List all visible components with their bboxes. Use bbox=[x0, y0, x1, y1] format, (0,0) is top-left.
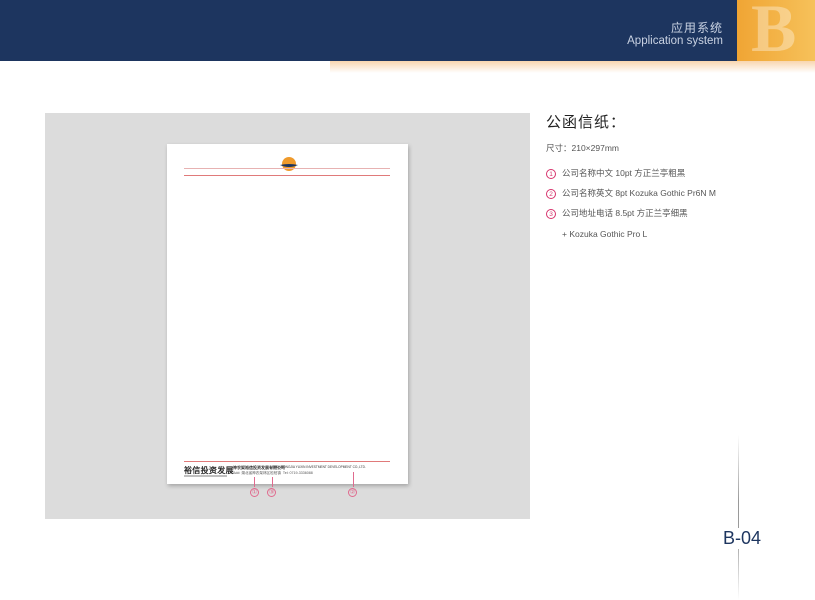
callout-line-1 bbox=[254, 477, 255, 487]
header-rule bbox=[184, 175, 390, 176]
callout-marker-3: ③ bbox=[267, 488, 276, 497]
callout-marker-1: ① bbox=[250, 488, 259, 497]
header-rule-thin bbox=[184, 168, 390, 169]
spec-number-2: 2 bbox=[546, 188, 556, 199]
spec-item-continuation: + Kozuka Gothic Pro L bbox=[562, 229, 648, 239]
footer-logo-tagline bbox=[184, 475, 227, 477]
sun-logo-icon bbox=[280, 157, 298, 171]
spec-number-1: 1 bbox=[546, 168, 556, 179]
letterhead-paper bbox=[167, 144, 408, 484]
spec-item-3: 3 公司地址电话 8.5pt 方正兰亭细黑 bbox=[546, 207, 688, 219]
spec-item-2: 2 公司名称英文 8pt Kozuka Gothic Pr6N M bbox=[546, 187, 716, 199]
footer-company-en: SHENNONGJIA YUXIN INVESTMENT DEVELOPMENT… bbox=[272, 465, 366, 469]
page-divider-line bbox=[738, 435, 739, 600]
spec-item-1: 1 公司名称中文 10pt 方正兰亭粗黑 bbox=[546, 167, 685, 179]
section-badge: B bbox=[737, 0, 815, 61]
spec-title: 公函信纸： bbox=[546, 114, 627, 131]
section-title-cn: 应用系统 bbox=[670, 21, 723, 35]
spec-item-text: 公司名称中文 10pt 方正兰亭粗黑 bbox=[562, 168, 686, 178]
spec-item-text: 公司地址电话 8.5pt 方正兰亭细黑 bbox=[562, 208, 688, 218]
footer-address-text: Add: 湖北省神农架林区松柏镇 bbox=[233, 471, 281, 475]
section-title-en: Application system bbox=[627, 35, 723, 47]
footer-rule bbox=[184, 461, 390, 462]
callout-marker-2: ② bbox=[348, 488, 357, 497]
spec-item-text: 公司名称英文 8pt Kozuka Gothic Pr6N M bbox=[562, 188, 716, 198]
spec-size: 尺寸：210×297mm bbox=[546, 143, 619, 153]
header-glow bbox=[330, 61, 815, 73]
section-letter: B bbox=[751, 0, 797, 61]
page-number: B-04 bbox=[722, 528, 763, 549]
footer-address: Add: 湖北省神农架林区松柏镇 Tel: 0719-3336088 bbox=[233, 471, 313, 476]
callout-line-2 bbox=[353, 472, 354, 487]
spec-number-3: 3 bbox=[546, 208, 556, 219]
footer-tel-text: Tel: 0719-3336088 bbox=[282, 471, 313, 475]
callout-line-3 bbox=[272, 477, 273, 487]
